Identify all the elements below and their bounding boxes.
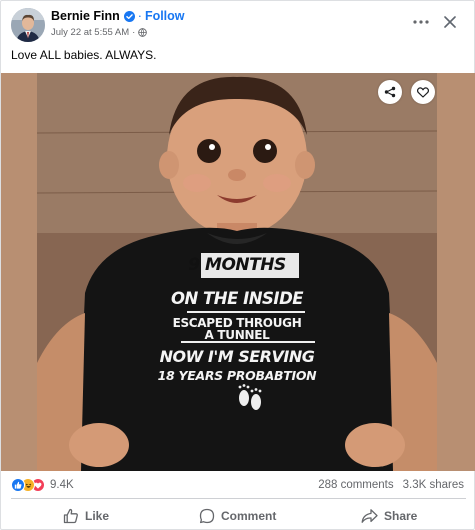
post-stats: 9.4K 288 comments 3.3K shares <box>11 477 466 495</box>
globe-icon <box>138 28 148 37</box>
like-icon <box>11 478 25 492</box>
close-button[interactable] <box>439 11 461 33</box>
separator-dot: · <box>132 27 136 38</box>
comment-bubble-icon <box>199 508 215 524</box>
separator-dot: · <box>137 9 142 23</box>
like-label: Like <box>85 509 110 523</box>
shirt-text-line-4: A TUNNEL <box>204 328 270 342</box>
post-timestamp[interactable]: July 22 at 5:55 AM <box>51 27 129 38</box>
share-nodes-icon <box>384 86 396 98</box>
shirt-text-line-2: ON THE INSIDE <box>170 289 304 308</box>
follow-button[interactable]: Follow <box>145 9 185 23</box>
post-photo: 9 MONTHS ON THE INSIDE ESCAPED THROUGH A… <box>37 73 437 471</box>
author-name[interactable]: Bernie Finn <box>51 9 120 23</box>
reactions-summary[interactable]: 9.4K <box>11 478 74 492</box>
divider <box>11 498 466 499</box>
post-header: Bernie Finn · Follow July 22 at 5:55 AM … <box>11 7 466 43</box>
comments-count-link[interactable]: 288 comments <box>318 479 393 491</box>
shirt-text-line-6: 18 YEARS PROBABTION <box>157 368 317 383</box>
share-arrow-icon <box>361 509 378 523</box>
author-row: Bernie Finn · Follow <box>51 9 185 23</box>
heart-outline-icon <box>417 86 429 98</box>
post-card: Bernie Finn · Follow July 22 at 5:55 AM … <box>0 0 475 530</box>
comment-label: Comment <box>221 509 277 523</box>
post-meta: July 22 at 5:55 AM · <box>51 27 148 38</box>
thumbs-up-icon <box>63 508 78 524</box>
reactions-count: 9.4K <box>50 479 74 491</box>
shirt-text-line-5: NOW I'M SERVING <box>159 347 315 366</box>
post-media[interactable]: 9 MONTHS ON THE INSIDE ESCAPED THROUGH A… <box>1 73 475 471</box>
comment-button[interactable]: Comment <box>199 503 276 529</box>
share-button[interactable]: Share <box>361 503 417 529</box>
share-image-button[interactable] <box>378 80 402 104</box>
shirt-text-line-1: 9 MONTHS <box>188 255 286 275</box>
close-icon <box>444 16 456 28</box>
post-actions-bar: Like Comment Share <box>1 503 475 529</box>
shares-count-link[interactable]: 3.3K shares <box>403 479 464 491</box>
shirt-underline <box>187 311 305 313</box>
like-button[interactable]: Like <box>63 503 109 529</box>
ellipsis-icon <box>413 20 429 24</box>
engagement-counts: 288 comments 3.3K shares <box>318 479 464 491</box>
verified-badge-icon <box>123 10 135 22</box>
save-image-button[interactable] <box>411 80 435 104</box>
more-options-button[interactable] <box>410 11 432 33</box>
post-caption: Love ALL babies. ALWAYS. <box>11 48 157 62</box>
avatar[interactable] <box>11 8 45 42</box>
share-label: Share <box>384 509 418 523</box>
shirt-underline <box>181 341 315 343</box>
